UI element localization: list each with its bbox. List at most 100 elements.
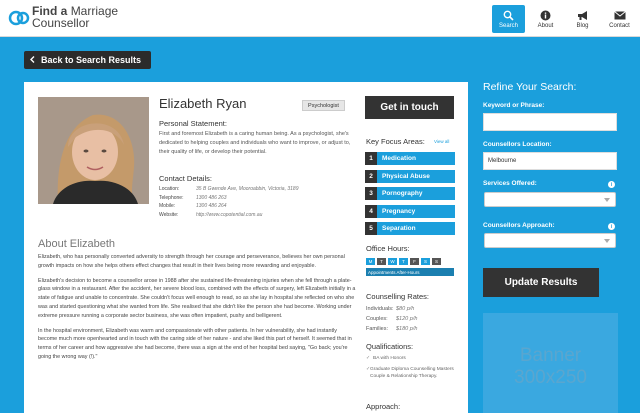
logo-icon[interactable]: [8, 9, 30, 27]
contact-key: Location:: [159, 186, 180, 192]
info-icon[interactable]: i: [608, 223, 615, 230]
top-header: Find a Marriage Counsellor Search About …: [0, 0, 640, 37]
profile-card: Elizabeth Ryan Psychologist Personal Sta…: [24, 82, 468, 413]
rate-row: Individuals: $80 p/h: [366, 304, 454, 314]
day-wed: W: [388, 258, 397, 265]
chevron-left-icon: [30, 55, 35, 65]
rate-value: $120 p/h: [396, 316, 418, 322]
banner-line2: 300x250: [514, 367, 587, 388]
brand-name[interactable]: Find a Marriage Counsellor: [32, 5, 118, 29]
about-paragraph: Elizabeth's decision to become a counsel…: [38, 277, 356, 319]
personal-statement-heading: Personal Statement:: [159, 119, 227, 128]
contact-mobile: Mobile: 1300 486 264: [159, 202, 364, 211]
counsellor-name: Elizabeth Ryan: [159, 96, 247, 111]
focus-number: 1: [365, 152, 377, 165]
rates-heading: Counselling Rates:: [366, 292, 429, 301]
focus-item-physical-abuse[interactable]: 2 Physical Abuse: [365, 169, 455, 183]
rate-value: $80 p/h: [396, 306, 415, 312]
day-sat: S: [421, 258, 430, 265]
qualification-text: Graduate Diploma Counselling Masters Cou…: [370, 367, 454, 379]
office-days: M T W T F S S: [366, 258, 441, 265]
day-fri: F: [410, 258, 419, 265]
personal-statement: First and foremost Elizabeth is a caring…: [159, 131, 351, 155]
contact-details: Location: 35 B Gwende Ave, Mooroabbin, Vi…: [159, 185, 364, 219]
contact-key: Website:: [159, 211, 179, 218]
day-thu: T: [399, 258, 408, 265]
focus-item-pregnancy[interactable]: 4 Pregnancy: [365, 204, 455, 218]
after-hours-bar: Appointments After-Hours: [366, 268, 454, 276]
focus-item-separation[interactable]: 5 Separation: [365, 222, 455, 235]
about-heading: About Elizabeth: [38, 238, 116, 250]
approach-heading: Approach:: [366, 402, 401, 411]
nav-blog[interactable]: Blog: [566, 5, 599, 33]
qualification-item: ✓ Graduate Diploma Counselling Masters Co…: [366, 366, 456, 380]
contact-telephone: Telephone: 1300 486 263: [159, 194, 364, 203]
location-input[interactable]: Melbourne: [483, 152, 617, 170]
about-paragraph: Elizabeth, who has personally converted …: [38, 254, 345, 269]
office-hours-heading: Office Hours:: [366, 244, 410, 253]
qualification-item: ✓ BA with Honors: [366, 355, 456, 362]
contact-website: Website: http://www.copotential.com.au: [159, 211, 364, 220]
approach-label: Counsellors Approach:: [483, 222, 555, 229]
rate-key: Couples:: [366, 316, 388, 322]
contact-value[interactable]: 1300 486 263: [196, 194, 227, 203]
contact-key: Telephone:: [159, 194, 184, 201]
focus-item-pornography[interactable]: 3 Pornography: [365, 187, 455, 200]
view-all-link[interactable]: View all: [434, 139, 449, 144]
nav-about[interactable]: About: [529, 5, 562, 33]
focus-item-medication[interactable]: 1 Medication: [365, 152, 455, 165]
keyword-label: Keyword or Phrase:: [483, 102, 545, 109]
check-icon: ✓: [366, 356, 371, 361]
approach-select[interactable]: [484, 233, 616, 248]
services-label: Services Offered:: [483, 180, 537, 187]
envelope-icon: [613, 9, 626, 21]
rates-table: Individuals: $80 p/h Couples: $120 p/h Fam…: [366, 304, 454, 334]
nav-contact-label: Contact: [609, 23, 630, 29]
main-nav: Search About Blog Contact: [492, 5, 636, 33]
qualifications-list: ✓ BA with Honors ✓ Graduate Diploma Counse…: [366, 355, 456, 384]
focus-number: 2: [365, 169, 377, 183]
focus-label: Pornography: [377, 187, 455, 200]
back-to-results-button[interactable]: Back to Search Results: [24, 51, 151, 69]
info-icon: [540, 9, 552, 21]
rate-value: $180 p/h: [396, 326, 418, 332]
key-focus-list: 1 Medication 2 Physical Abuse 3 Pornography…: [365, 152, 455, 240]
focus-label: Physical Abuse: [377, 169, 455, 183]
contact-location: Location: 35 B Gwende Ave, Mooroabbin, Vi…: [159, 185, 364, 194]
nav-search[interactable]: Search: [492, 5, 525, 33]
profile-photo: [38, 97, 149, 204]
keyword-input[interactable]: [483, 113, 617, 131]
rate-row: Couples: $120 p/h: [366, 314, 454, 324]
day-sun: S: [432, 258, 441, 265]
focus-number: 5: [365, 222, 377, 235]
chevron-down-icon: [604, 198, 610, 202]
key-focus-heading: Key Focus Areas:: [366, 137, 425, 146]
focus-number: 4: [365, 204, 377, 218]
services-select[interactable]: [484, 192, 616, 207]
megaphone-icon: [577, 9, 589, 21]
banner-line1: Banner: [519, 345, 582, 366]
update-results-button[interactable]: Update Results: [483, 268, 599, 297]
back-label: Back to Search Results: [41, 55, 142, 65]
refine-heading: Refine Your Search:: [483, 81, 577, 93]
day-tue: T: [377, 258, 386, 265]
rate-row: Families: $180 p/h: [366, 324, 454, 334]
qualification-text: BA with Honors: [373, 356, 406, 361]
focus-label: Medication: [377, 152, 455, 165]
ad-banner: Banner 300x250: [483, 313, 618, 413]
brand-line2: Counsellor: [32, 16, 90, 30]
rate-key: Individuals:: [366, 306, 394, 312]
focus-number: 3: [365, 187, 377, 200]
day-mon: M: [366, 258, 375, 265]
website-link[interactable]: http://www.copotential.com.au: [196, 211, 262, 220]
contact-value[interactable]: 1300 486 264: [196, 202, 227, 211]
nav-search-label: Search: [498, 23, 518, 29]
chevron-down-icon: [604, 239, 610, 243]
contact-details-heading: Contact Details:: [159, 174, 212, 183]
focus-label: Pregnancy: [377, 204, 455, 218]
profession-badge: Psychologist: [302, 100, 345, 111]
info-icon[interactable]: i: [608, 181, 615, 188]
nav-contact[interactable]: Contact: [603, 5, 636, 33]
focus-label: Separation: [377, 222, 455, 235]
get-in-touch-button[interactable]: Get in touch: [365, 96, 454, 119]
